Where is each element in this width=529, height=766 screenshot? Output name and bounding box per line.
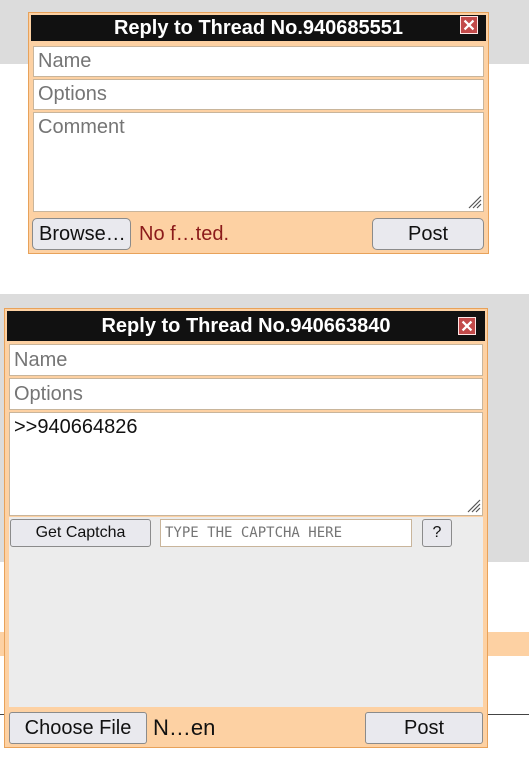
form-title-bar[interactable]: Reply to Thread No.940685551 — [31, 15, 486, 41]
form-title-bar[interactable]: Reply to Thread No.940663840 — [7, 311, 485, 341]
get-captcha-button[interactable]: Get Captcha — [10, 519, 151, 547]
close-icon[interactable] — [460, 16, 478, 34]
options-field[interactable] — [33, 79, 484, 110]
name-field[interactable] — [9, 344, 483, 376]
captcha-input[interactable] — [160, 519, 412, 547]
page-background-band — [0, 272, 529, 294]
quick-reply-form-1: Reply to Thread No.940685551 Browse… No … — [28, 12, 489, 254]
file-status: N…en — [153, 715, 216, 740]
post-button[interactable]: Post — [372, 218, 484, 250]
form-title: Reply to Thread No.940663840 — [101, 315, 391, 337]
file-status: No f…ted. — [139, 223, 230, 245]
resize-handle-icon[interactable] — [467, 499, 481, 513]
resize-handle-icon[interactable] — [468, 195, 482, 209]
captcha-help-button[interactable]: ? — [422, 519, 452, 547]
choose-file-button[interactable]: Choose File — [9, 712, 147, 744]
browse-button[interactable]: Browse… — [32, 218, 131, 250]
quick-reply-form-2: Reply to Thread No.940663840 >>940664826… — [4, 308, 488, 748]
comment-field[interactable]: >>940664826 — [9, 412, 483, 516]
comment-field[interactable] — [33, 112, 484, 212]
post-button[interactable]: Post — [365, 712, 483, 744]
close-icon[interactable] — [458, 317, 476, 335]
form-title: Reply to Thread No.940685551 — [113, 17, 403, 39]
name-field[interactable] — [33, 46, 484, 77]
options-field[interactable] — [9, 378, 483, 410]
